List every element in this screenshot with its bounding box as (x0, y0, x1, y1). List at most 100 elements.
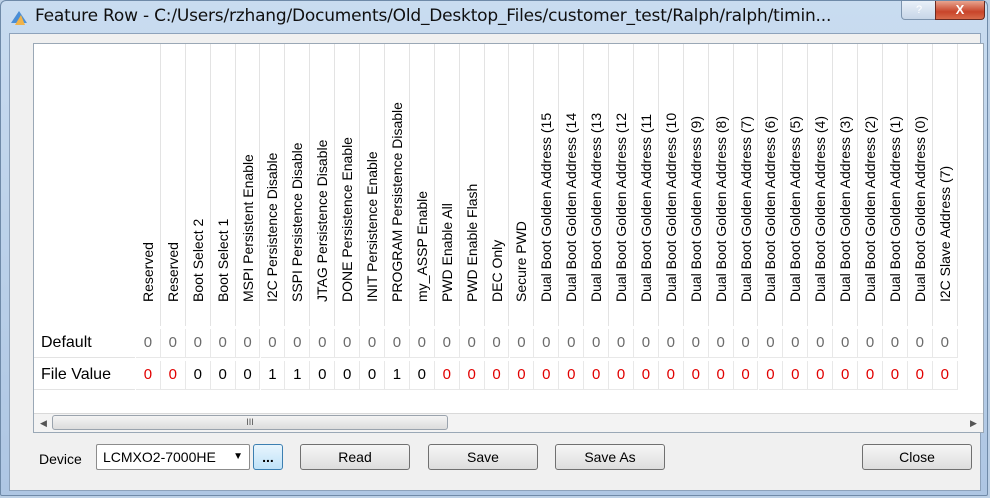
table-cell[interactable]: 0 (385, 329, 410, 358)
table-cell[interactable]: 0 (235, 361, 261, 390)
browse-device-button[interactable]: ... (253, 444, 283, 470)
table-cell[interactable]: 0 (210, 361, 236, 390)
column-header[interactable]: DEC Only (485, 44, 510, 326)
table-cell[interactable]: 0 (509, 329, 535, 358)
column-header[interactable]: Dual Boot Golden Address (3) (833, 44, 859, 326)
column-header[interactable]: DONE Persistence Enable (335, 44, 361, 326)
column-header[interactable]: PWD Enable Flash (460, 44, 485, 326)
column-header[interactable]: Dual Boot Golden Address (10 (659, 44, 684, 326)
table-cell[interactable]: 0 (534, 361, 560, 390)
column-header[interactable]: Dual Boot Golden Address (4) (808, 44, 834, 326)
column-header[interactable]: Secure PWD (510, 44, 535, 326)
table-cell[interactable]: 0 (160, 361, 186, 390)
table-cell[interactable]: 0 (634, 361, 659, 390)
column-header[interactable]: SSPI Persistence Disable (285, 44, 311, 326)
table-cell[interactable]: 0 (609, 329, 634, 358)
save-button[interactable]: Save (428, 444, 538, 470)
column-header[interactable]: I2C Slave Address (7) (933, 44, 958, 326)
scroll-left-arrow-icon[interactable]: ◀ (35, 414, 52, 432)
table-cell[interactable]: 0 (758, 361, 784, 390)
column-header[interactable]: I2C Persistence Disable (261, 44, 286, 326)
table-cell[interactable]: 0 (783, 329, 809, 358)
table-cell[interactable]: 0 (584, 361, 610, 390)
table-cell[interactable]: 0 (883, 361, 908, 390)
table-cell[interactable]: 0 (310, 329, 336, 358)
table-cell[interactable]: 0 (883, 329, 908, 358)
table-cell[interactable]: 0 (708, 361, 734, 390)
table-cell[interactable]: 0 (484, 361, 510, 390)
table-cell[interactable]: 0 (559, 329, 585, 358)
table-cell[interactable]: 0 (858, 361, 883, 390)
column-header[interactable]: Dual Boot Golden Address (1) (883, 44, 908, 326)
table-cell[interactable]: 1 (285, 361, 311, 390)
table-cell[interactable]: 0 (634, 329, 659, 358)
column-header[interactable]: Dual Boot Golden Address (6) (759, 44, 784, 326)
table-cell[interactable]: 0 (733, 329, 759, 358)
table-cell[interactable]: 1 (260, 361, 286, 390)
table-cell[interactable]: 0 (907, 361, 933, 390)
table-cell[interactable]: 0 (185, 361, 211, 390)
column-header[interactable]: Dual Boot Golden Address (15 (534, 44, 560, 326)
table-cell[interactable]: 0 (409, 329, 435, 358)
table-cell[interactable]: 0 (136, 329, 161, 358)
close-button[interactable]: Close (862, 444, 972, 470)
table-cell[interactable]: 1 (385, 361, 410, 390)
table-cell[interactable]: 0 (434, 361, 460, 390)
device-select[interactable]: LCMXO2-7000HE ▼ (96, 444, 250, 470)
table-cell[interactable]: 0 (360, 329, 385, 358)
table-cell[interactable]: 0 (783, 361, 809, 390)
table-cell[interactable]: 0 (907, 329, 933, 358)
table-cell[interactable]: 0 (584, 329, 610, 358)
column-header[interactable]: Dual Boot Golden Address (5) (783, 44, 809, 326)
column-header[interactable]: MSPI Persistent Enable (236, 44, 261, 326)
table-cell[interactable]: 0 (310, 361, 336, 390)
table-cell[interactable]: 0 (932, 361, 958, 390)
table-cell[interactable]: 0 (534, 329, 560, 358)
table-cell[interactable]: 0 (932, 329, 958, 358)
table-cell[interactable]: 0 (484, 329, 510, 358)
table-cell[interactable]: 0 (708, 329, 734, 358)
column-header[interactable]: PWD Enable All (435, 44, 460, 326)
column-header[interactable]: Dual Boot Golden Address (2) (858, 44, 883, 326)
column-header[interactable]: JTAG Persistence Disable (310, 44, 336, 326)
column-header[interactable]: Boot Select 1 (211, 44, 236, 326)
table-cell[interactable]: 0 (235, 329, 261, 358)
column-header[interactable]: Dual Boot Golden Address (14 (559, 44, 585, 326)
table-cell[interactable]: 0 (434, 329, 460, 358)
scroll-thumb[interactable]: III (52, 415, 448, 430)
column-header[interactable]: INIT Persistence Enable (360, 44, 385, 326)
column-header[interactable]: Reserved (161, 44, 186, 326)
column-header[interactable]: Dual Boot Golden Address (8) (709, 44, 734, 326)
table-cell[interactable]: 0 (285, 329, 311, 358)
table-cell[interactable]: 0 (160, 329, 186, 358)
save-as-button[interactable]: Save As (555, 444, 665, 470)
column-header[interactable]: PROGRAM Persistence Disable (385, 44, 410, 326)
column-header[interactable]: Dual Boot Golden Address (13 (584, 44, 610, 326)
window-close-button[interactable]: X (935, 1, 985, 20)
table-cell[interactable]: 0 (335, 329, 361, 358)
column-header[interactable]: Boot Select 2 (186, 44, 211, 326)
horizontal-scrollbar[interactable]: ◀ III ▶ (34, 413, 983, 432)
table-cell[interactable]: 0 (808, 361, 834, 390)
column-header[interactable]: my_ASSP Enable (410, 44, 435, 326)
table-cell[interactable]: 0 (559, 361, 585, 390)
table-cell[interactable]: 0 (210, 329, 236, 358)
table-cell[interactable]: 0 (459, 329, 485, 358)
table-cell[interactable]: 0 (509, 361, 535, 390)
table-cell[interactable]: 0 (185, 329, 211, 358)
table-cell[interactable]: 0 (758, 329, 784, 358)
column-header[interactable]: Dual Boot Golden Address (7) (734, 44, 759, 326)
scroll-right-arrow-icon[interactable]: ▶ (965, 414, 982, 432)
table-cell[interactable]: 0 (459, 361, 485, 390)
table-cell[interactable]: 0 (808, 329, 834, 358)
table-cell[interactable]: 0 (833, 329, 859, 358)
help-button[interactable]: ? (901, 1, 937, 20)
column-header[interactable]: Dual Boot Golden Address (9) (684, 44, 709, 326)
column-header[interactable]: Dual Boot Golden Address (0) (908, 44, 933, 326)
table-cell[interactable]: 0 (658, 361, 684, 390)
table-cell[interactable]: 0 (833, 361, 859, 390)
column-header[interactable]: Dual Boot Golden Address (12 (609, 44, 634, 326)
table-cell[interactable]: 0 (733, 361, 759, 390)
table-cell[interactable]: 0 (658, 329, 684, 358)
table-cell[interactable]: 0 (609, 361, 634, 390)
